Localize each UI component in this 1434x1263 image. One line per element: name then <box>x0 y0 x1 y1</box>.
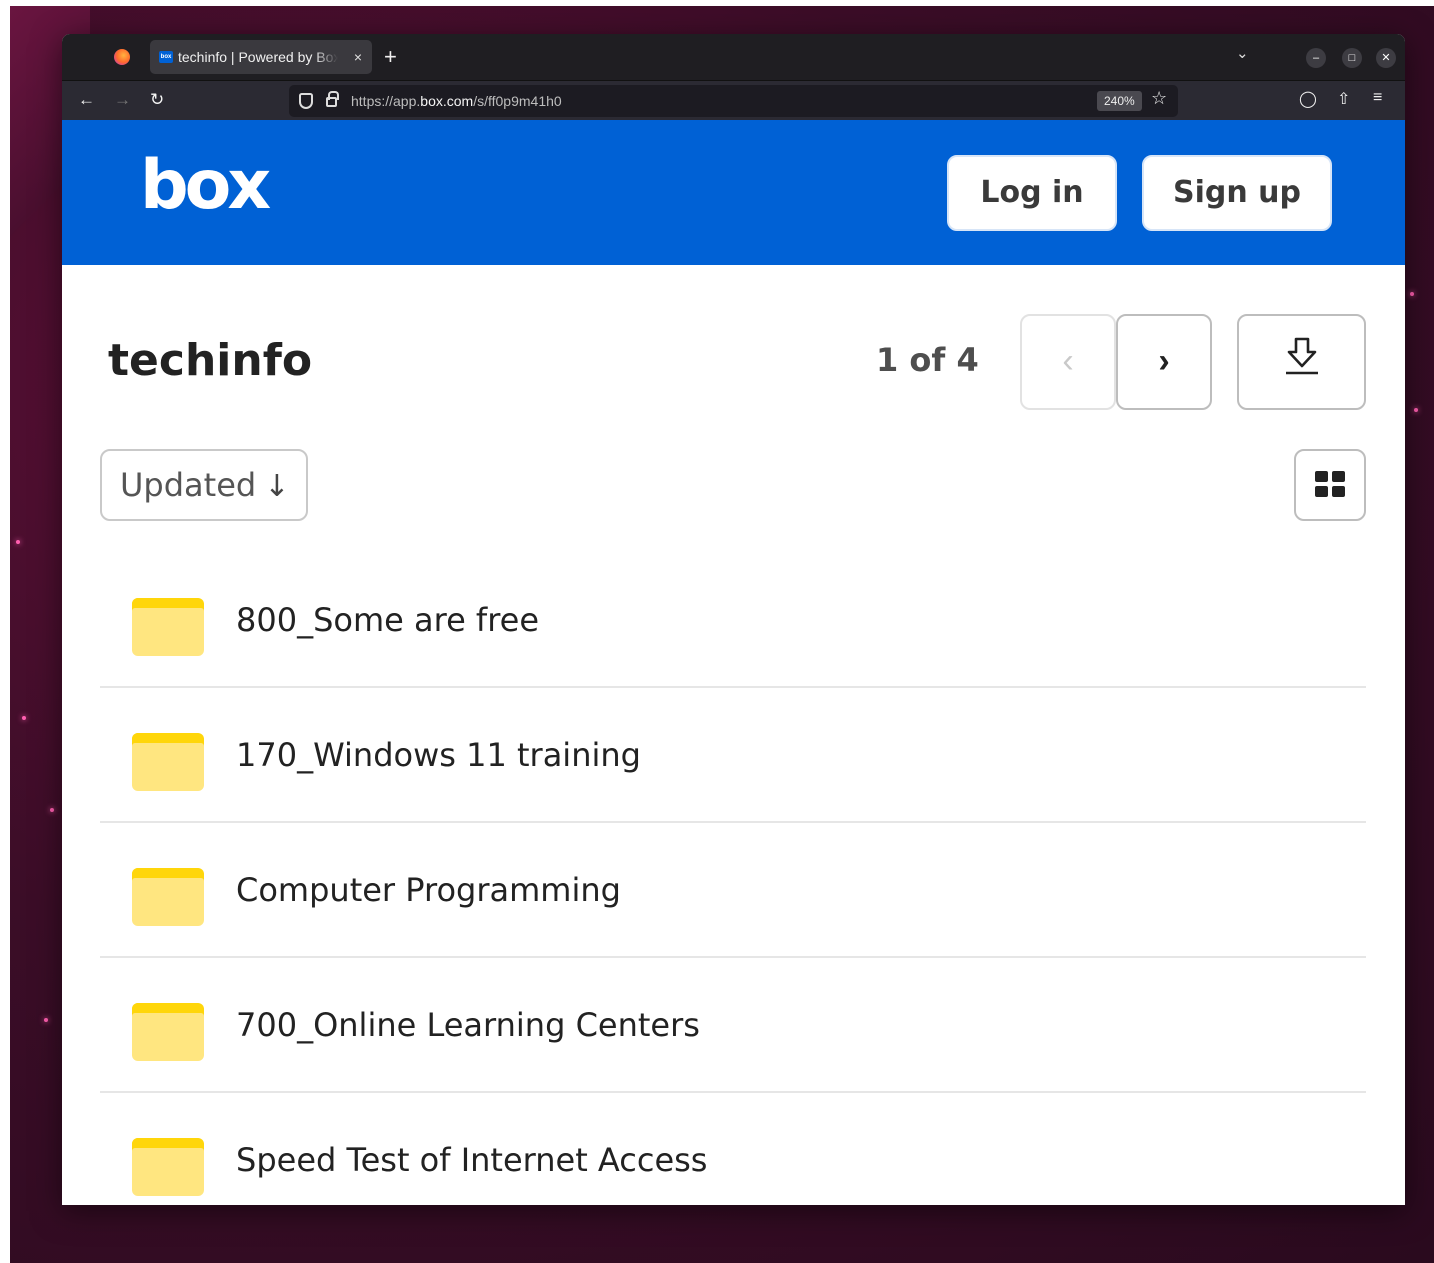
chevron-left-icon: ‹ <box>1062 342 1074 380</box>
signup-button[interactable]: Sign up <box>1142 155 1332 231</box>
wallpaper-dot <box>44 1018 48 1022</box>
folder-title: techinfo <box>108 335 313 386</box>
pocket-icon[interactable]: ◯ <box>1299 89 1317 109</box>
wallpaper-dot <box>50 808 54 812</box>
back-arrow-icon[interactable]: ← <box>78 87 95 113</box>
box-favicon-icon: box <box>159 51 173 63</box>
close-window-icon[interactable]: ✕ <box>1376 48 1396 68</box>
lock-icon[interactable] <box>326 91 339 107</box>
next-page-button[interactable]: › <box>1116 314 1212 410</box>
url-text[interactable]: https://app.box.com/s/ff0p9m41h0 <box>351 85 562 117</box>
item-name[interactable]: Computer Programming <box>236 823 621 958</box>
wallpaper-dot <box>1414 408 1418 412</box>
wallpaper-dot <box>1410 292 1414 296</box>
sort-label: Updated <box>120 466 257 504</box>
new-tab-button[interactable]: + <box>384 42 397 72</box>
list-item[interactable]: 800_Some are free <box>100 553 1366 688</box>
download-button[interactable] <box>1237 314 1366 410</box>
folder-icon <box>132 1138 204 1196</box>
grid-view-button[interactable] <box>1294 449 1366 521</box>
address-bar[interactable]: https://app.box.com/s/ff0p9m41h0 240% ☆ <box>289 85 1178 117</box>
folder-icon <box>132 868 204 926</box>
folder-icon <box>132 733 204 791</box>
folder-icon <box>132 598 204 656</box>
maximize-icon[interactable]: □ <box>1342 48 1362 68</box>
list-item[interactable]: Computer Programming <box>100 823 1366 958</box>
login-button[interactable]: Log in <box>947 155 1117 231</box>
browser-tab[interactable]: box techinfo | Powered by Box × <box>150 40 372 74</box>
item-name[interactable]: Speed Test of Internet Access <box>236 1093 707 1205</box>
minimize-icon[interactable]: – <box>1306 48 1326 68</box>
download-icon <box>1286 337 1318 375</box>
zoom-level-badge[interactable]: 240% <box>1097 91 1142 111</box>
box-logo[interactable]: box <box>140 146 271 225</box>
previous-page-button[interactable]: ‹ <box>1020 314 1116 410</box>
extensions-icon[interactable]: ⇧ <box>1337 89 1350 109</box>
list-item[interactable]: 700_Online Learning Centers <box>100 958 1366 1093</box>
tab-title: techinfo | Powered by Box <box>178 49 338 65</box>
menu-hamburger-icon[interactable]: ≡ <box>1373 89 1382 107</box>
navigation-bar: ← → ↻ https://app.box.com/s/ff0p9m41h0 2… <box>62 80 1405 120</box>
folder-list: 800_Some are free 170_Windows 11 trainin… <box>100 553 1366 1205</box>
list-item[interactable]: Speed Test of Internet Access <box>100 1093 1366 1205</box>
item-name[interactable]: 800_Some are free <box>236 553 539 688</box>
forward-arrow-icon[interactable]: → <box>114 87 131 113</box>
chevron-right-icon: › <box>1158 342 1170 380</box>
folder-icon <box>132 1003 204 1061</box>
firefox-icon[interactable] <box>114 49 130 65</box>
tracking-shield-icon[interactable] <box>299 93 313 109</box>
wallpaper-dot <box>16 540 20 544</box>
arrow-down-icon: ↓ <box>264 469 290 504</box>
page-indicator: 1 of 4 <box>876 341 979 379</box>
list-tabs-chevron-icon[interactable]: ⌄ <box>1236 44 1249 62</box>
box-header: box Log in Sign up <box>62 120 1405 265</box>
item-name[interactable]: 700_Online Learning Centers <box>236 958 700 1093</box>
tab-bar: box techinfo | Powered by Box × + ⌄ – □ … <box>62 34 1405 80</box>
reload-icon[interactable]: ↻ <box>150 87 164 113</box>
browser-window: box techinfo | Powered by Box × + ⌄ – □ … <box>62 34 1405 1205</box>
sort-dropdown[interactable]: Updated ↓ <box>100 449 308 521</box>
list-item[interactable]: 170_Windows 11 training <box>100 688 1366 823</box>
item-name[interactable]: 170_Windows 11 training <box>236 688 641 823</box>
wallpaper-dot <box>22 716 26 720</box>
folder-content: techinfo 1 of 4 ‹ › Updated ↓ 800_Some ar <box>62 265 1405 1205</box>
bookmark-star-icon[interactable]: ☆ <box>1151 88 1167 109</box>
tab-close-icon[interactable]: × <box>354 40 362 74</box>
